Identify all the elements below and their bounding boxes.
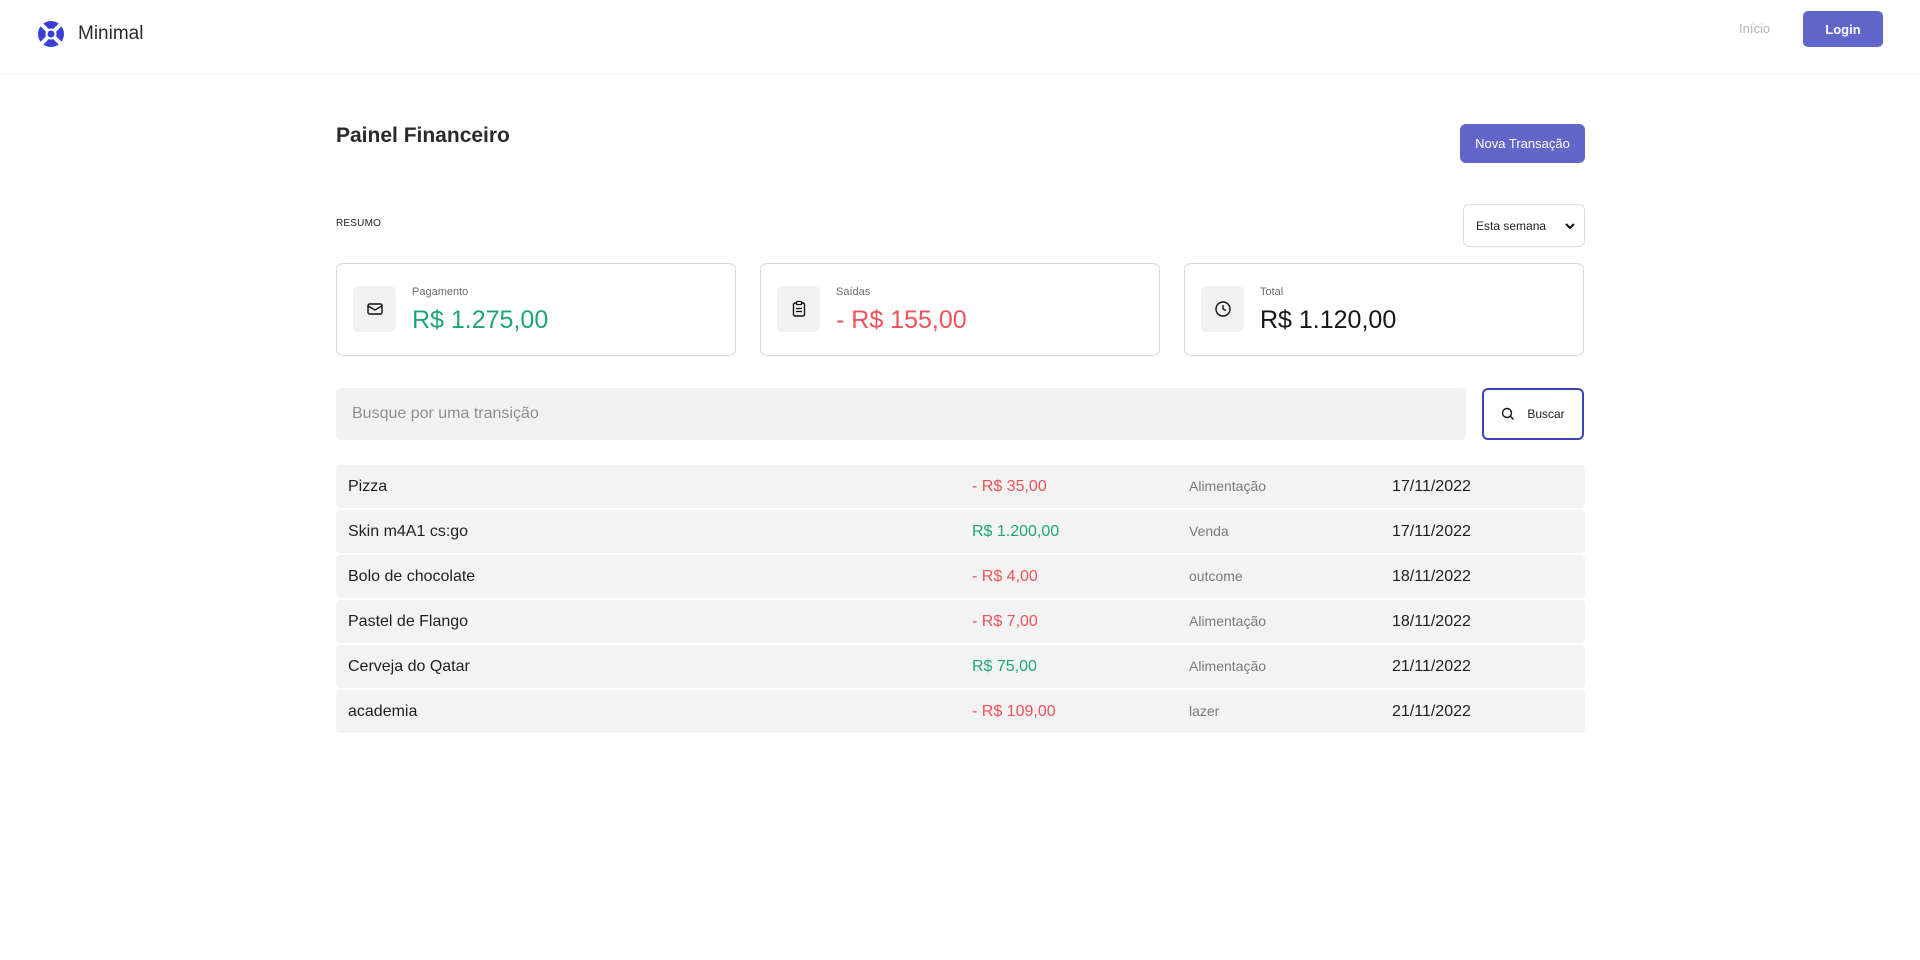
transaction-category: outcome bbox=[1189, 568, 1243, 584]
card-label: Saídas bbox=[836, 286, 871, 298]
transaction-description: Pastel de Flango bbox=[348, 613, 469, 630]
brand[interactable]: Minimal bbox=[36, 19, 143, 49]
transaction-amount: - R$ 7,00 bbox=[972, 613, 1038, 630]
transaction-date: 18/11/2022 bbox=[1392, 613, 1471, 630]
page-title: Painel Financeiro bbox=[336, 124, 510, 147]
summary-label: RESUMO bbox=[336, 218, 382, 229]
card-label: Total bbox=[1260, 286, 1284, 298]
clock-icon bbox=[1214, 301, 1231, 317]
transaction-description: Pizza bbox=[348, 478, 388, 495]
table-row[interactable]: Skin m4A1 cs:go R$ 1.200,00 Venda 17/11/… bbox=[336, 510, 1585, 553]
card-label: Pagamento bbox=[412, 286, 469, 298]
card-icon-box bbox=[777, 286, 820, 332]
new-transaction-button[interactable]: Nova Transação bbox=[1460, 124, 1585, 163]
search-button-label: Buscar bbox=[1527, 407, 1565, 421]
card-icon-box bbox=[1201, 286, 1244, 332]
transaction-category: Alimentação bbox=[1189, 613, 1267, 629]
table-row[interactable]: Bolo de chocolate - R$ 4,00 outcome 18/1… bbox=[336, 555, 1585, 598]
transaction-description: Bolo de chocolate bbox=[348, 568, 476, 585]
transaction-date: 17/11/2022 bbox=[1392, 523, 1471, 540]
card-value: - R$ 155,00 bbox=[836, 306, 967, 334]
transaction-category: lazer bbox=[1189, 703, 1220, 719]
transaction-category: Venda bbox=[1189, 523, 1229, 539]
top-navbar: Minimal Início Login bbox=[0, 0, 1920, 74]
transaction-date: 21/11/2022 bbox=[1392, 658, 1471, 675]
card-value: R$ 1.120,00 bbox=[1260, 306, 1397, 334]
login-button[interactable]: Login bbox=[1803, 11, 1883, 47]
brand-name: Minimal bbox=[78, 23, 144, 44]
card-value: R$ 1.275,00 bbox=[412, 306, 549, 334]
transactions-table: Pizza - R$ 35,00 Alimentação 17/11/2022 … bbox=[336, 465, 1585, 735]
nav-link-inicio[interactable]: Início bbox=[1739, 21, 1770, 36]
summary-card-total: Total R$ 1.120,00 bbox=[1184, 263, 1584, 356]
table-row[interactable]: Cerveja do Qatar R$ 75,00 Alimentação 21… bbox=[336, 645, 1585, 688]
summary-card-pagamento: Pagamento R$ 1.275,00 bbox=[336, 263, 736, 356]
search-input[interactable] bbox=[336, 388, 1466, 440]
table-row[interactable]: Pizza - R$ 35,00 Alimentação 17/11/2022 bbox=[336, 465, 1585, 508]
transaction-date: 17/11/2022 bbox=[1392, 478, 1471, 495]
summary-card-saidas: Saídas - R$ 155,00 bbox=[760, 263, 1160, 356]
table-row[interactable]: Pastel de Flango - R$ 7,00 Alimentação 1… bbox=[336, 600, 1585, 643]
chevron-down-icon bbox=[1565, 223, 1575, 230]
transaction-amount: - R$ 4,00 bbox=[972, 568, 1038, 585]
transaction-description: academia bbox=[348, 703, 418, 720]
search-button[interactable]: Buscar bbox=[1482, 388, 1584, 440]
period-select-value: Esta semana bbox=[1476, 218, 1547, 233]
period-select[interactable]: Esta semana bbox=[1463, 204, 1585, 247]
clipboard-icon bbox=[792, 300, 805, 317]
transaction-amount: R$ 75,00 bbox=[972, 658, 1037, 675]
transaction-amount: - R$ 35,00 bbox=[972, 478, 1047, 495]
transaction-date: 18/11/2022 bbox=[1392, 568, 1471, 585]
transaction-date: 21/11/2022 bbox=[1392, 703, 1471, 720]
transaction-description: Cerveja do Qatar bbox=[348, 658, 470, 675]
card-icon-box bbox=[353, 286, 396, 332]
table-row[interactable]: academia - R$ 109,00 lazer 21/11/2022 bbox=[336, 690, 1585, 733]
transaction-category: Alimentação bbox=[1189, 658, 1267, 674]
transaction-description: Skin m4A1 cs:go bbox=[348, 523, 469, 540]
logo-icon bbox=[38, 21, 64, 47]
search-icon bbox=[1502, 407, 1515, 420]
transaction-category: Alimentação bbox=[1189, 478, 1267, 494]
wallet-icon bbox=[366, 303, 383, 315]
transaction-amount: R$ 1.200,00 bbox=[972, 523, 1060, 540]
transaction-amount: - R$ 109,00 bbox=[972, 703, 1056, 720]
